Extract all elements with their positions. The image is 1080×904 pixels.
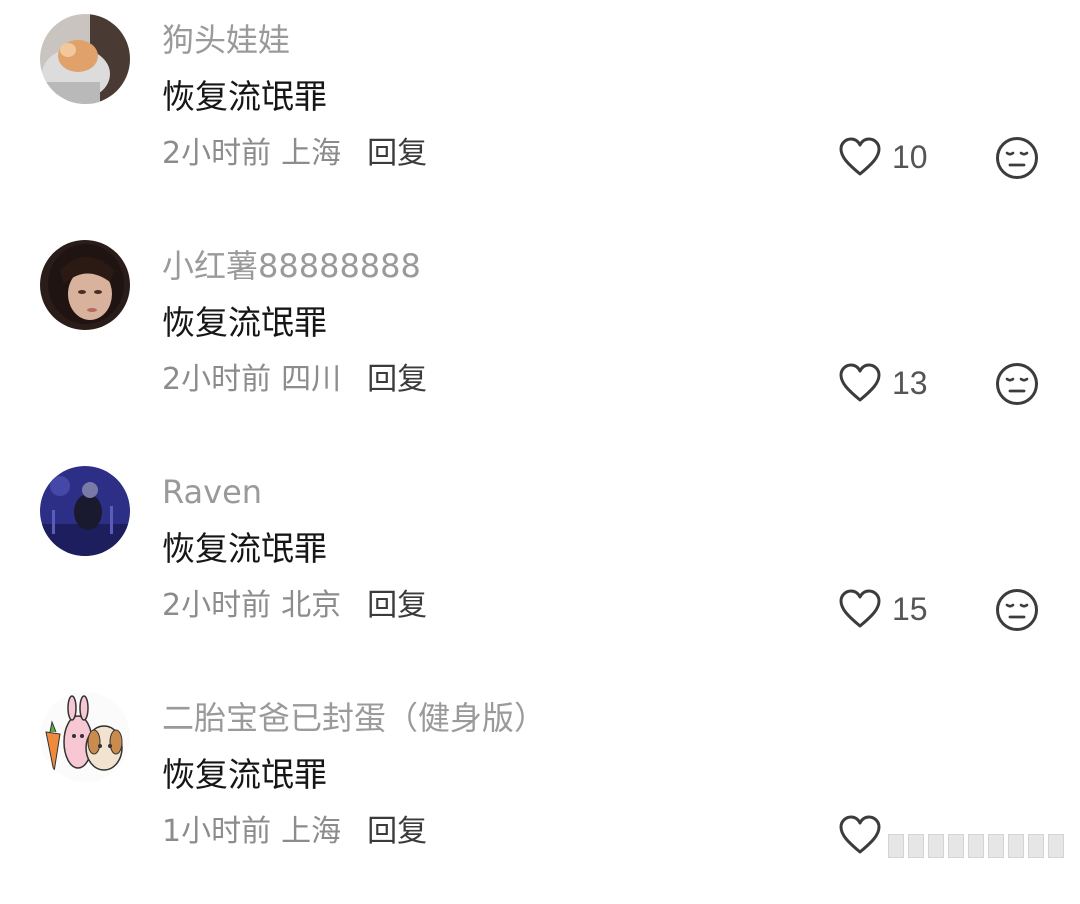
comment-meta: 2小时前 上海 回复 <box>162 132 427 176</box>
username[interactable]: 小红薯88888888 <box>162 244 421 288</box>
like-count: 13 <box>892 364 928 401</box>
reply-button[interactable]: 回复 <box>367 588 427 623</box>
neutral-face-icon[interactable] <box>995 136 1039 180</box>
like-count: 10 <box>892 138 928 175</box>
comment-time: 2小时前 <box>162 136 272 171</box>
comment-time: 2小时前 <box>162 588 272 623</box>
heart-outline-icon <box>839 363 881 402</box>
avatar[interactable] <box>40 14 130 104</box>
like-button[interactable] <box>838 812 892 858</box>
reply-button[interactable]: 回复 <box>367 136 427 171</box>
neutral-face-icon[interactable] <box>995 362 1039 406</box>
avatar[interactable] <box>40 692 130 782</box>
comment-meta: 1小时前 上海 回复 <box>162 810 427 854</box>
comment-location: 上海 <box>281 136 342 171</box>
username[interactable]: Raven <box>162 470 262 514</box>
comment-text: 恢复流氓罪 <box>162 529 327 568</box>
like-button[interactable]: 10 <box>838 134 928 180</box>
reply-button[interactable]: 回复 <box>367 814 427 849</box>
comment-location: 北京 <box>281 588 342 623</box>
like-count: 15 <box>892 590 928 627</box>
comment-text: 恢复流氓罪 <box>162 303 327 342</box>
heart-outline-icon <box>839 815 881 854</box>
like-button[interactable]: 13 <box>838 360 928 406</box>
comment-text: 恢复流氓罪 <box>162 755 327 794</box>
comment-item: 狗头娃娃 恢复流氓罪 2小时前 上海 回复 10 <box>0 0 1080 226</box>
avatar-cat-image <box>40 14 130 104</box>
avatar[interactable] <box>40 240 130 330</box>
comment-time: 2小时前 <box>162 362 272 397</box>
avatar-cartoon-image <box>40 692 130 782</box>
username[interactable]: 二胎宝爸已封蛋（健身版） <box>162 696 546 740</box>
comment-item: 小红薯88888888 恢复流氓罪 2小时前 四川 回复 13 <box>0 226 1080 452</box>
watermark-bars <box>888 818 1064 858</box>
comment-item: Raven 恢复流氓罪 2小时前 北京 回复 15 <box>0 452 1080 678</box>
comment-location: 上海 <box>281 814 342 849</box>
comment-location: 四川 <box>281 362 342 397</box>
avatar-night-scene-image <box>40 466 130 556</box>
comment-meta: 2小时前 四川 回复 <box>162 358 427 402</box>
avatar[interactable] <box>40 466 130 556</box>
neutral-face-icon[interactable] <box>995 588 1039 632</box>
heart-outline-icon <box>839 137 881 176</box>
like-button[interactable]: 15 <box>838 586 928 632</box>
avatar-person-image <box>40 240 130 330</box>
username[interactable]: 狗头娃娃 <box>162 18 290 62</box>
comment-time: 1小时前 <box>162 814 272 849</box>
comment-text: 恢复流氓罪 <box>162 77 327 116</box>
heart-outline-icon <box>839 589 881 628</box>
comment-meta: 2小时前 北京 回复 <box>162 584 427 628</box>
reply-button[interactable]: 回复 <box>367 362 427 397</box>
comment-item: 二胎宝爸已封蛋（健身版） 恢复流氓罪 1小时前 上海 回复 <box>0 678 1080 904</box>
